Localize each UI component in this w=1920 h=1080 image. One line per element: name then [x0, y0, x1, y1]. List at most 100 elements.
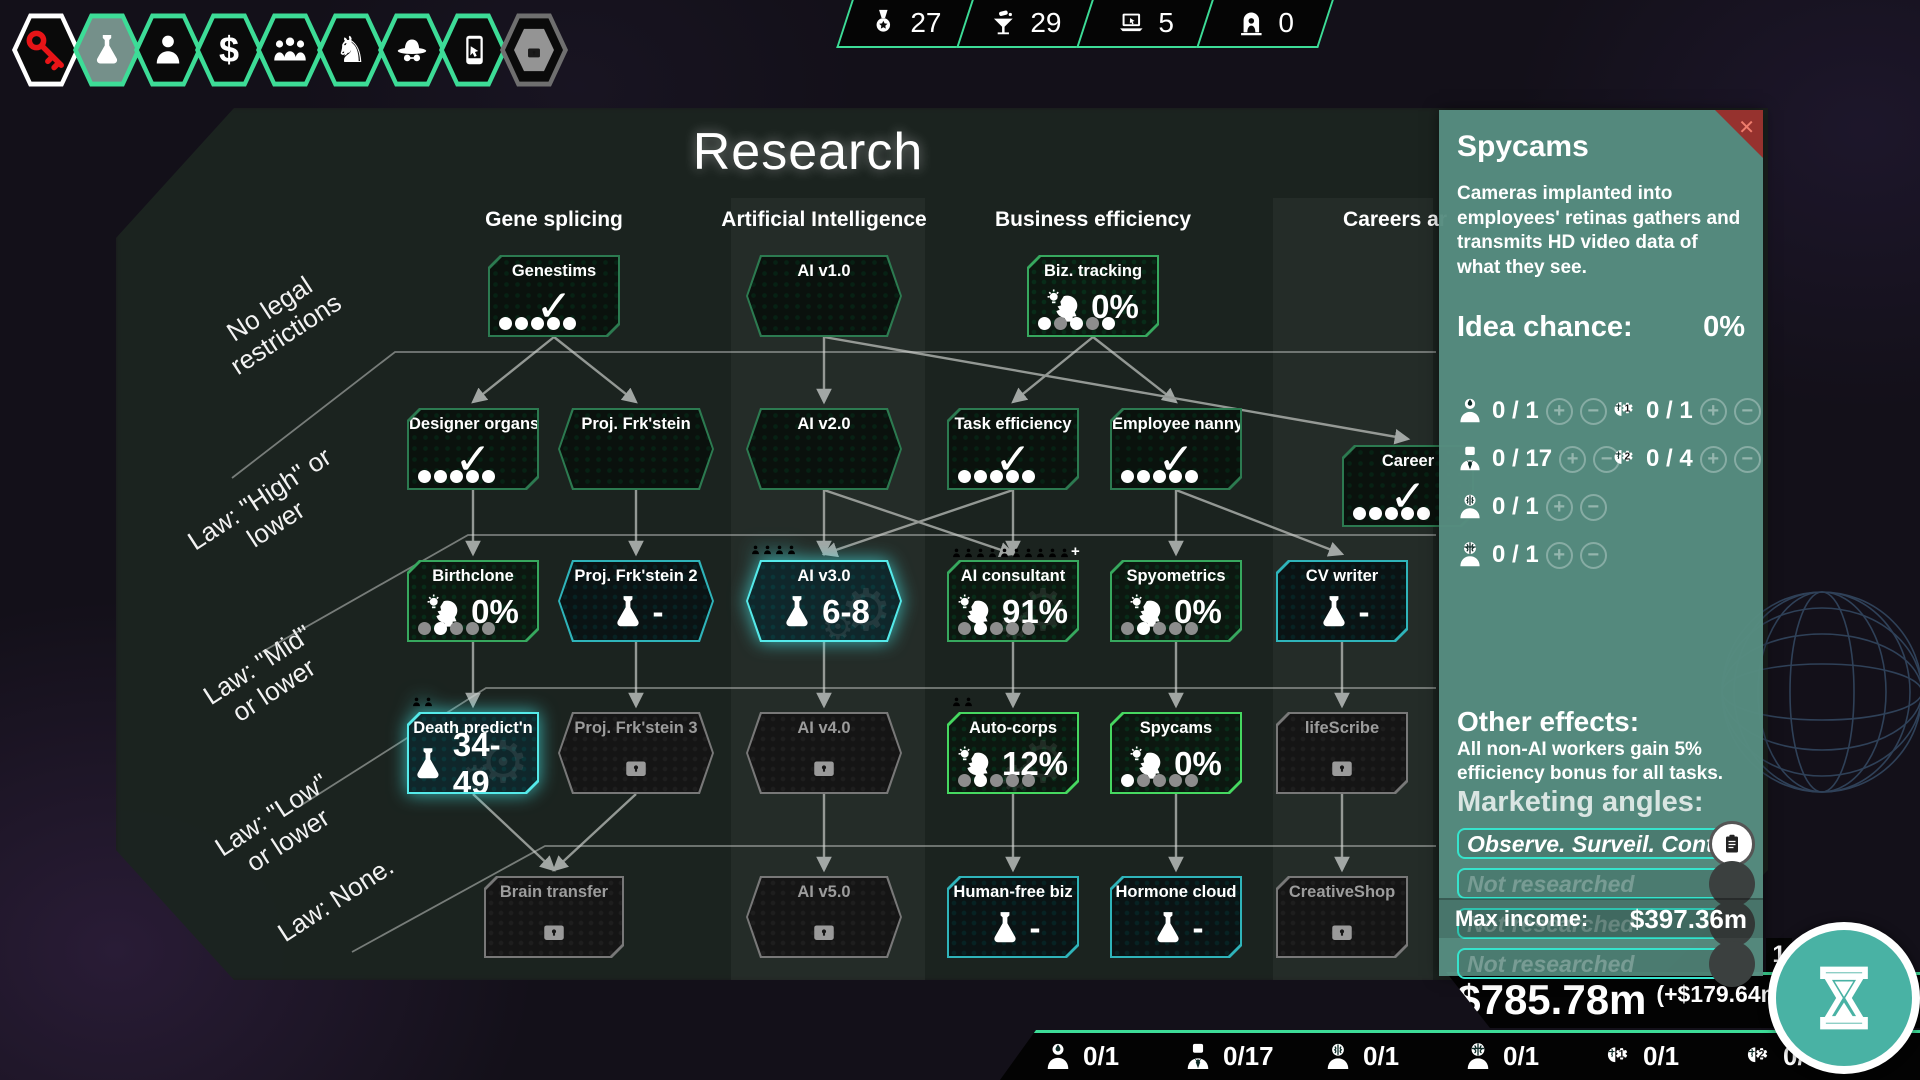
- marketing-angle-text: Not researched: [1467, 951, 1634, 978]
- plus-button[interactable]: +: [1559, 446, 1586, 473]
- cocktail-icon: [989, 8, 1019, 38]
- top-stat-medal-icon: 27: [836, 0, 974, 48]
- node-value: -: [1193, 909, 1204, 947]
- staff-row-person-brain-icon: 0 / 1 +−: [1455, 488, 1620, 526]
- research-node-lifescribe[interactable]: lifeScribe: [1276, 712, 1408, 794]
- node-title: Proj. Frk'stein 2: [560, 567, 712, 586]
- research-node-ai-consultant[interactable]: ⚙⚙AI consultant91%+: [947, 560, 1079, 642]
- bottom-stat-brain-gear1-icon: 0/1: [1602, 1040, 1742, 1074]
- marketing-angle-1[interactable]: Not researched: [1457, 868, 1745, 899]
- minus-button[interactable]: −: [1580, 398, 1607, 425]
- research-node-brain-transfer[interactable]: Brain transfer: [484, 876, 624, 958]
- plus-button[interactable]: +: [1700, 398, 1727, 425]
- research-node-cv-writer[interactable]: CV writer-: [1276, 560, 1408, 642]
- node-title: Human-free biz: [949, 883, 1077, 902]
- person-suit-icon: [1455, 443, 1485, 475]
- stat-value: 0/1: [1503, 1041, 1539, 1072]
- progress-dots: [958, 470, 1035, 483]
- minus-button[interactable]: −: [1734, 398, 1761, 425]
- brain-gear2-icon: [1609, 443, 1639, 475]
- research-node-spycams[interactable]: Spycams0%: [1110, 712, 1242, 794]
- minus-button[interactable]: −: [1580, 542, 1607, 569]
- staff-count: 0 / 1: [1492, 493, 1539, 521]
- plus-button[interactable]: +: [1546, 542, 1573, 569]
- marketing-angle-0[interactable]: Observe. Surveil. Control.: [1457, 828, 1745, 859]
- research-node-frkstein2[interactable]: Proj. Frk'stein 2-: [558, 560, 714, 642]
- marketing-angles-label: Marketing angles:: [1457, 786, 1745, 819]
- flask-icon: [89, 32, 125, 68]
- node-title: Proj. Frk'stein: [560, 415, 712, 434]
- staff-row-brain-gear1-icon: 0 / 1+−: [1609, 392, 1761, 430]
- research-node-human-free-biz[interactable]: Human-free biz-: [947, 876, 1079, 958]
- node-title: Hormone cloud: [1112, 883, 1240, 902]
- node-title: Auto-corps: [949, 719, 1077, 738]
- tab-lock-icon[interactable]: [500, 12, 568, 88]
- tier-label-4: Law: None.: [273, 852, 400, 949]
- lock-icon: [1324, 910, 1360, 946]
- research-node-proj-frkstein[interactable]: Proj. Frk'stein: [558, 408, 714, 490]
- research-node-genestims[interactable]: Genestims✓: [488, 255, 620, 337]
- empty-slot-button[interactable]: [1709, 941, 1755, 987]
- clipboard-button[interactable]: [1709, 821, 1755, 867]
- bottom-stat-person-brain2-icon: 0/1: [1462, 1040, 1602, 1074]
- tier-label-0: No legal restrictions: [209, 263, 347, 382]
- marketing-angle-text: Not researched: [1467, 871, 1634, 898]
- tab-key-icon[interactable]: [12, 12, 80, 88]
- minus-button[interactable]: −: [1734, 446, 1761, 473]
- phone-icon: [455, 32, 491, 68]
- research-node-ai-v1[interactable]: AI v1.0: [746, 255, 902, 337]
- research-node-spyometrics[interactable]: Spyometrics0%: [1110, 560, 1242, 642]
- spy-icon: [394, 32, 430, 68]
- close-icon[interactable]: ✕: [1738, 115, 1755, 140]
- research-node-ai-v5[interactable]: AI v5.0: [746, 876, 902, 958]
- research-node-hormone-cloud[interactable]: Hormone cloud -: [1110, 876, 1242, 958]
- progress-dots: [1353, 507, 1430, 520]
- node-value: 6-8: [822, 593, 870, 631]
- tab-people-icon[interactable]: [256, 12, 324, 88]
- progress-dots: [1121, 774, 1198, 787]
- research-node-auto-corps[interactable]: ⚙⚙Auto-corps12%: [947, 712, 1079, 794]
- idea-chance-label: Idea chance:: [1457, 311, 1633, 344]
- panel-title: Spycams: [1457, 130, 1745, 164]
- research-node-biz-tracking[interactable]: Biz. tracking0%: [1027, 255, 1159, 337]
- tab-person-icon[interactable]: [134, 12, 202, 88]
- plus-button[interactable]: +: [1546, 398, 1573, 425]
- stat-value: 0: [1279, 7, 1295, 39]
- tab-flask-icon[interactable]: [73, 12, 141, 88]
- tab-knight-icon[interactable]: ♞: [317, 12, 385, 88]
- idea-chance-value: 0%: [1703, 311, 1745, 344]
- research-node-ai-v2[interactable]: AI v2.0: [746, 408, 902, 490]
- tier-label-3: Law: "Low" or lower: [210, 768, 350, 888]
- hourglass-button[interactable]: [1768, 922, 1920, 1074]
- tab-phone-icon[interactable]: [439, 12, 507, 88]
- brain-gear2-icon: [1742, 1040, 1774, 1074]
- stat-value: 0/1: [1643, 1041, 1679, 1072]
- flask-icon: [1149, 909, 1187, 947]
- research-node-designer-organs[interactable]: Designer organs✓: [407, 408, 539, 490]
- staff-row-brain-gear2-icon: 0 / 4+−: [1609, 440, 1761, 478]
- max-income-label: Max income:: [1455, 906, 1588, 932]
- marketing-angle-3[interactable]: Not researched: [1457, 948, 1745, 979]
- spycams-detail-panel: ✕ Spycams Cameras implanted into employe…: [1439, 110, 1763, 976]
- research-node-employee-nanny[interactable]: Employee nanny✓: [1110, 408, 1242, 490]
- plus-button[interactable]: +: [1700, 446, 1727, 473]
- staff-count: 0 / 1: [1492, 397, 1539, 425]
- top-stat-arch-person-icon: 0: [1196, 0, 1334, 48]
- progress-dots: [1121, 622, 1198, 635]
- research-node-frkstein3[interactable]: Proj. Frk'stein 3: [558, 712, 714, 794]
- plus-button[interactable]: +: [1546, 494, 1573, 521]
- lock-icon: [536, 910, 572, 946]
- person-brain2-icon: [1455, 539, 1485, 571]
- tab-dollar-icon[interactable]: $: [195, 12, 263, 88]
- research-node-creativeshop[interactable]: CreativeShop: [1276, 876, 1408, 958]
- research-node-ai-v4[interactable]: AI v4.0: [746, 712, 902, 794]
- research-node-task-efficiency[interactable]: Task efficiency✓: [947, 408, 1079, 490]
- tab-spy-icon[interactable]: [378, 12, 446, 88]
- research-node-ai-v3[interactable]: ⚙⚙AI v3.06-8: [746, 560, 902, 642]
- lock-icon: [618, 746, 654, 782]
- tier-label-1: Law: "High" or lower: [183, 442, 353, 582]
- minus-button[interactable]: −: [1580, 494, 1607, 521]
- stat-value: 0/1: [1083, 1041, 1119, 1072]
- research-node-death-predictn[interactable]: ⚙⚙Death predict'n34-49: [407, 712, 539, 794]
- research-node-birthclone[interactable]: Birthclone0%: [407, 560, 539, 642]
